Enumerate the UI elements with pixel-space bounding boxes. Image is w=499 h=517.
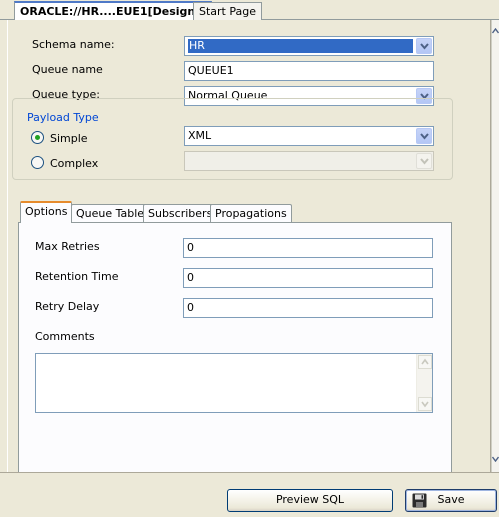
tab-queue-table[interactable]: Queue Table (71, 204, 150, 222)
tab-propagations[interactable]: Propagations (210, 204, 292, 222)
schema-name-value: HR (188, 39, 413, 53)
schema-name-combo[interactable]: HR (184, 36, 434, 56)
retry-delay-label: Retry Delay (35, 300, 100, 313)
simple-label: Simple (50, 132, 88, 145)
retention-time-input[interactable]: 0 (183, 268, 433, 288)
save-label: Save (437, 493, 465, 506)
payload-type-title: Payload Type (25, 111, 101, 124)
bottom-button-bar: Preview SQL Save (0, 472, 499, 517)
save-button[interactable]: Save (405, 489, 497, 512)
chevron-down-icon[interactable] (416, 128, 432, 144)
save-disk-icon (412, 493, 427, 515)
simple-payload-combo[interactable]: XML (184, 126, 434, 146)
simple-radio[interactable] (31, 131, 44, 144)
preview-sql-button[interactable]: Preview SQL (227, 489, 393, 512)
scroll-down-icon[interactable] (492, 456, 499, 462)
complex-radio[interactable] (31, 156, 44, 169)
document-tab-strip: ORACLE://HR....EUE1[Design]* Start Page (0, 0, 499, 21)
preview-sql-label: Preview SQL (275, 493, 345, 506)
chevron-down-icon[interactable] (416, 38, 432, 54)
tab-queue-design[interactable]: ORACLE://HR....EUE1[Design]* (14, 1, 212, 21)
scroll-down-icon[interactable] (418, 397, 432, 411)
complex-label: Complex (50, 157, 99, 170)
queue-name-input[interactable]: QUEUE1 (184, 61, 434, 81)
tab-queue-table-label: Queue Table (76, 207, 145, 220)
retention-time-value: 0 (187, 271, 194, 284)
comments-scrollbar[interactable] (416, 354, 432, 412)
tab-options-label: Options (25, 205, 68, 218)
retry-delay-value: 0 (187, 301, 194, 314)
queue-name-label: Queue name (32, 63, 103, 76)
max-retries-label: Max Retries (35, 240, 100, 253)
queue-name-value: QUEUE1 (188, 64, 234, 77)
tab-queue-design-label: ORACLE://HR....EUE1[Design]* (20, 5, 206, 18)
tab-start-page-label: Start Page (199, 5, 256, 18)
tab-options[interactable]: Options (20, 201, 73, 223)
tab-start-page[interactable]: Start Page (193, 2, 262, 21)
comments-label: Comments (35, 330, 95, 343)
chevron-down-icon (416, 153, 432, 169)
complex-payload-combo (184, 151, 434, 171)
scroll-up-icon[interactable] (418, 355, 432, 369)
max-retries-value: 0 (187, 241, 194, 254)
tab-subscribers[interactable]: Subscribers (143, 204, 218, 222)
options-tab-body (18, 222, 452, 472)
tab-propagations-label: Propagations (215, 207, 287, 220)
window-scrollbar[interactable] (491, 20, 499, 472)
schema-name-label: Schema name: (32, 38, 115, 51)
radio-selected-dot (35, 135, 40, 140)
scroll-up-icon[interactable] (492, 28, 499, 34)
comments-textarea[interactable] (35, 353, 433, 413)
retention-time-label: Retention Time (35, 270, 119, 283)
simple-payload-value: XML (188, 129, 212, 142)
max-retries-input[interactable]: 0 (183, 238, 433, 258)
retry-delay-input[interactable]: 0 (183, 298, 433, 318)
tab-subscribers-label: Subscribers (148, 207, 213, 220)
